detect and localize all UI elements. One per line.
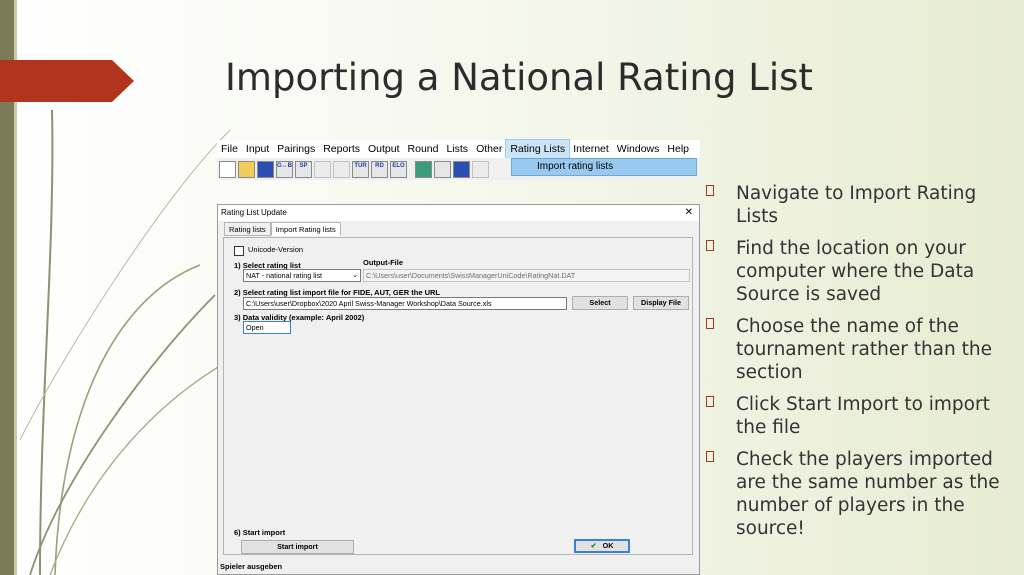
tab-rating-lists[interactable]: Rating lists <box>224 222 271 236</box>
disabled-tool-icon-1 <box>314 160 331 178</box>
elo-icon[interactable]: ELO <box>390 160 407 178</box>
menu-other[interactable]: Other <box>472 140 506 158</box>
slide-title: Importing a National Rating List <box>225 56 813 99</box>
print-icon[interactable] <box>434 160 451 178</box>
menu-file[interactable]: File <box>217 140 242 158</box>
disabled-tool-icon-2 <box>333 160 350 178</box>
display-file-button[interactable]: Display File <box>633 296 689 310</box>
bullet-marker-icon <box>706 318 714 329</box>
status-bar-text: Spieler ausgeben <box>220 562 283 571</box>
step2-label: 2) Select rating list import file for FI… <box>234 288 440 297</box>
menu-output[interactable]: Output <box>364 140 404 158</box>
unicode-label: Unicode-Version <box>248 245 304 254</box>
menu-input[interactable]: Input <box>242 140 273 158</box>
sp-icon[interactable]: SP <box>295 160 312 178</box>
title-arrow-accent <box>0 60 134 102</box>
import-file-field[interactable]: C:\Users\user\Dropbox\2020 April Swiss-M… <box>243 297 567 310</box>
checkmark-icon: ✔ <box>590 541 597 550</box>
ok-button[interactable]: ✔ OK <box>574 539 630 553</box>
open-folder-icon[interactable] <box>238 160 255 178</box>
menu-pairings[interactable]: Pairings <box>273 140 319 158</box>
rating-list-update-dialog: Rating List Update ✕ Rating lists Import… <box>217 204 700 575</box>
validity-field[interactable]: Open <box>243 321 291 334</box>
monitor-icon[interactable] <box>415 160 432 178</box>
save-disk-icon[interactable] <box>257 160 274 178</box>
bullet-item: Click Start Import to import the file <box>706 393 1006 439</box>
menu-internet[interactable]: Internet <box>569 140 613 158</box>
bullet-item: Choose the name of the tournament rather… <box>706 315 1006 384</box>
bullet-marker-icon <box>706 451 714 462</box>
menu-windows[interactable]: Windows <box>613 140 664 158</box>
new-file-icon[interactable] <box>219 160 236 178</box>
bullet-marker-icon <box>706 396 714 407</box>
start-import-button[interactable]: Start import <box>241 540 354 554</box>
output-file-field: C:\Users\user\Documents\SwissManagerUniC… <box>363 269 690 282</box>
tur-icon[interactable]: TUR <box>352 160 369 178</box>
bullet-item: Check the players imported are the same … <box>706 448 1006 540</box>
bullet-item: Navigate to Import Rating Lists <box>706 182 1006 228</box>
unicode-checkbox[interactable] <box>234 246 244 256</box>
bullet-marker-icon <box>706 185 714 196</box>
bullet-item: Find the location on your computer where… <box>706 237 1006 306</box>
rating-list-select[interactable]: NAT - national rating list ⌄ <box>243 269 361 282</box>
disabled-tool-icon-3 <box>472 160 489 178</box>
menu-help[interactable]: Help <box>663 140 693 158</box>
menu-round[interactable]: Round <box>404 140 443 158</box>
menu-reports[interactable]: Reports <box>319 140 364 158</box>
save-icon[interactable] <box>453 160 470 178</box>
rating-list-value: NAT - national rating list <box>246 271 323 280</box>
pairing-gb-icon[interactable]: G↔B <box>276 160 293 178</box>
dropdown-import-rating-lists[interactable]: Import rating lists <box>511 158 697 176</box>
tab-import-rating-lists[interactable]: Import Rating lists <box>270 222 341 236</box>
output-file-label: Output-File <box>363 258 403 267</box>
import-panel: Unicode-Version 1) Select rating list Ou… <box>223 237 693 555</box>
ok-label: OK <box>602 541 614 550</box>
step6-label: 6) Start import <box>234 528 286 537</box>
chevron-down-icon: ⌄ <box>352 272 358 279</box>
dialog-titlebar: Rating List Update ✕ <box>218 205 699 221</box>
menu-lists[interactable]: Lists <box>442 140 472 158</box>
select-button[interactable]: Select <box>572 296 628 310</box>
dialog-title: Rating List Update <box>221 208 287 217</box>
dialog-tabs: Rating lists Import Rating lists <box>224 222 341 236</box>
bullet-list: Navigate to Import Rating Lists Find the… <box>706 182 1006 549</box>
rd-icon[interactable]: RD <box>371 160 388 178</box>
bullet-marker-icon <box>706 240 714 251</box>
close-icon[interactable]: ✕ <box>685 205 693 221</box>
menu-rating-lists[interactable]: Rating Lists <box>505 139 571 159</box>
app-menubar: File Input Pairings Reports Output Round… <box>217 139 700 159</box>
